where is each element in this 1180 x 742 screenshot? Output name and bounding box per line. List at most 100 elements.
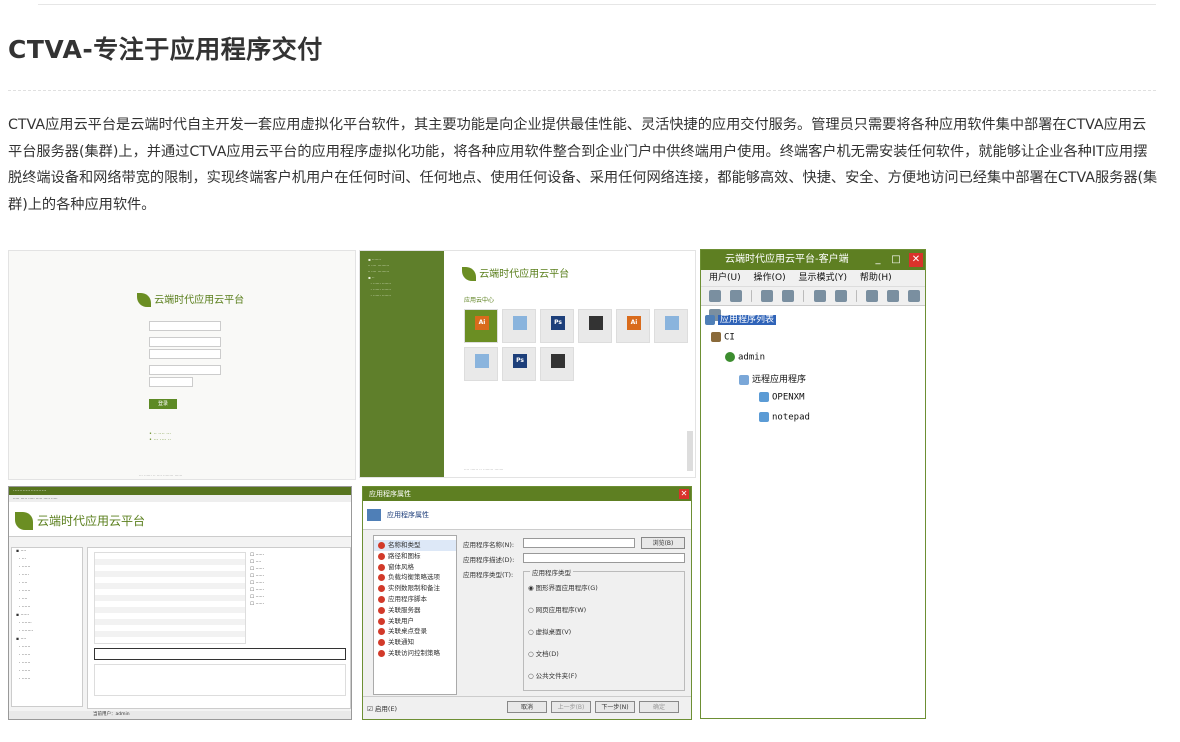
client-screenshot: 云端时代应用云平台-客户端 _ □ ✕ 用户(U) 操作(O) 显示模式(Y) … [700,249,926,719]
admin-statusbar: 当前用户：admin [9,711,351,719]
dialog-nav-item[interactable]: 关联用户 [374,616,456,627]
page-title: CTVA-专注于应用程序交付 [8,35,323,64]
users-icon[interactable] [834,290,847,302]
type-radio-gui[interactable]: 图形界面应用程序(G) [528,582,598,592]
dialog-nav-item[interactable]: 关联桌点登录 [374,626,456,637]
help-icon[interactable] [908,290,921,302]
login-button[interactable]: 登录 [149,399,177,409]
dialog-nav-item[interactable]: 应用程序脚本 [374,594,456,605]
cancel-button[interactable]: 取消 [507,701,547,713]
tree-user[interactable]: admin [725,352,765,363]
app-tile[interactable] [578,309,612,343]
type-radio-web[interactable]: 网页应用程序(W) [528,604,587,614]
app-icon [759,392,769,402]
domain-select[interactable] [149,337,221,347]
app-icon: Ps [513,354,527,368]
dialog-nav-item[interactable]: 名称和类型 [374,540,456,551]
name-input[interactable] [523,538,635,548]
login-link-2[interactable]: • ··· ···· ·· [149,437,171,443]
app-icon [475,354,489,368]
appcenter-brand-text: 云端时代应用云平台 [479,269,570,280]
app-tile[interactable] [654,309,688,343]
dialog-nav-item[interactable]: 关联访问控制策略 [374,648,456,659]
app-tile[interactable]: Ps [502,347,536,381]
print-icon[interactable] [886,290,899,302]
app-tile[interactable]: Ai [616,309,650,343]
admin-current-user: 当前用户：admin [93,712,130,717]
client-title: 云端时代应用云平台-客户端 [725,254,849,265]
app-tile[interactable] [502,309,536,343]
captcha-field[interactable] [149,377,193,387]
monitor-icon[interactable] [865,290,878,302]
close-icon[interactable]: ✕ [909,253,923,267]
admin-banner: 云端时代应用云平台 [9,502,351,537]
toolbar-separator [855,290,857,302]
app-tile[interactable] [540,347,574,381]
app-icon [665,316,679,330]
notepad-icon [759,412,769,422]
login-brand: 云端时代应用云平台 [137,291,244,307]
next-button[interactable]: 下一步(N) [595,701,635,713]
prev-button[interactable]: 上一步(B) [551,701,591,713]
top-rule [38,4,1156,5]
app-tile[interactable]: Ai [464,309,498,343]
tree-app-2[interactable]: notepad [759,412,810,423]
admin-nav-tree[interactable]: ▪ ···· · ··· · ······ · ····· · ···· · ·… [11,547,83,707]
tree-root[interactable]: 应用程序列表 [705,312,777,325]
dialog-nav-item[interactable]: 路径和图标 [374,551,456,562]
dialog-nav-item[interactable]: 关联通知 [374,637,456,648]
enable-checkbox[interactable]: ☑ 启用(E) [367,703,397,713]
app-tile[interactable]: Ps [540,309,574,343]
leaf-logo-icon [137,293,151,307]
list-icon [705,314,715,325]
login-brand-text: 云端时代应用云平台 [154,295,245,306]
minimize-icon[interactable]: _ [871,253,885,267]
app-tile[interactable] [464,347,498,381]
type-radio-folder[interactable]: 公共文件夹(F) [528,670,577,680]
dialog-close-icon[interactable]: ✕ [679,489,689,499]
server-select[interactable] [149,321,221,331]
appcenter-scrollbar[interactable] [687,431,693,471]
copy-icon[interactable] [761,290,774,302]
description-input[interactable] [523,553,685,563]
menu-user[interactable]: 用户(U) [709,273,741,283]
appcenter-footer: ···· ······ ·· ········ ······· [464,467,504,472]
maximize-icon[interactable]: □ [889,253,903,267]
browse-button[interactable]: 浏览(B) [641,537,685,549]
app-icon: Ai [627,316,641,330]
dialog-nav-item[interactable]: 实例数限制和备注 [374,583,456,594]
paste-icon[interactable] [782,290,795,302]
app-icon: Ai [475,316,489,330]
type-radio-desktop[interactable]: 虚拟桌面(V) [528,626,572,636]
description-label: 应用程序描述(D): [463,556,515,564]
folder-icon [739,374,749,385]
dialog-nav-item[interactable]: 关联服务器 [374,605,456,616]
menu-operation[interactable]: 操作(O) [754,273,786,283]
connect-icon[interactable] [709,290,721,302]
password-field[interactable] [149,365,221,375]
dialog-nav-item[interactable]: 负载均衡策略选项 [374,572,456,583]
disconnect-icon[interactable] [730,290,743,302]
properties-icon [367,509,381,521]
admin-banner-text: 云端时代应用云平台 [37,514,146,528]
app-icon: Ps [551,316,565,330]
client-menubar: 用户(U) 操作(O) 显示模式(Y) 帮助(H) [701,270,925,286]
server-icon [711,332,721,342]
tree-server[interactable]: CI [711,332,735,343]
type-radio-document[interactable]: 文档(D) [528,648,559,658]
delete-icon[interactable] [813,290,826,302]
properties-dialog-screenshot: 应用程序属性 ✕ 应用程序属性 名称和类型 路径和图标 窗体风格 负载均衡策略选项 实例… [362,486,692,720]
appcenter-sidebar: ▪ ······· – ···· ········· – ···· ······… [360,251,444,477]
menu-help[interactable]: 帮助(H) [860,273,892,283]
leaf-logo-icon [462,267,476,281]
username-field[interactable] [149,349,221,359]
appcenter-brand: 云端时代应用云平台 [462,265,569,281]
dialog-nav-item[interactable]: 窗体风格 [374,562,456,573]
toolbar-separator [751,290,753,302]
tree-folder[interactable]: 远程应用程序 [739,372,806,385]
ok-button[interactable]: 确定 [639,701,679,713]
dialog-nav-list: 名称和类型 路径和图标 窗体风格 负载均衡策略选项 实例数限制和备注 应用程序脚本 关联服务… [373,535,457,695]
tree-app-1[interactable]: OPENXM [759,392,805,403]
menu-display-mode[interactable]: 显示模式(Y) [798,273,847,283]
dialog-header-text: 应用程序属性 [387,511,429,519]
